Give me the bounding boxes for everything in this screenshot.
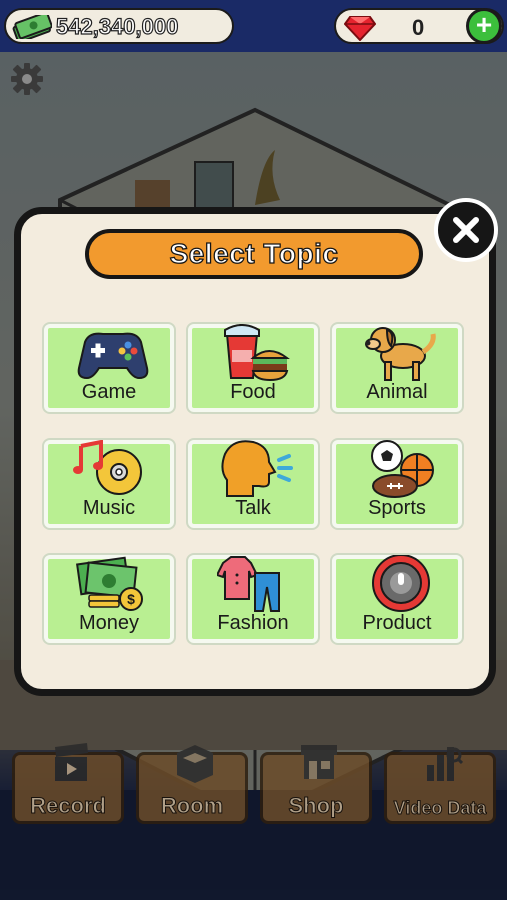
- topic-game[interactable]: Game: [44, 324, 174, 412]
- topic-label: Animal: [366, 381, 428, 403]
- topic-product[interactable]: Product: [332, 555, 462, 643]
- sports-icon: [371, 440, 434, 498]
- topic-label: Game: [81, 381, 137, 403]
- talk-icon: [221, 440, 293, 497]
- record-label: Record: [30, 793, 107, 819]
- topic-food[interactable]: Food: [188, 324, 318, 412]
- topic-fashion[interactable]: Fashion: [188, 555, 318, 643]
- close-button[interactable]: [434, 198, 498, 262]
- record-button[interactable]: Record: [12, 743, 124, 824]
- shop-icon: [301, 745, 337, 779]
- topic-label: Product: [362, 612, 432, 634]
- topic-label: Fashion: [217, 612, 289, 634]
- topic-talk[interactable]: Talk: [188, 440, 318, 528]
- chart-icon: [427, 747, 463, 781]
- video-data-label: Video Data: [393, 798, 487, 819]
- gem-value: 0: [412, 15, 425, 40]
- fashion-icon: [217, 556, 280, 612]
- money-icon: $: [76, 556, 143, 611]
- ruby-icon: [344, 16, 376, 41]
- dialog-title-bar: Select Topic: [85, 229, 423, 279]
- food-icon: [224, 324, 290, 382]
- robot-vacuum-icon: [372, 555, 430, 612]
- svg-text:$: $: [127, 591, 135, 607]
- topic-money[interactable]: $ Money: [44, 555, 174, 643]
- money-counter: 542,340,000: [4, 8, 234, 44]
- shop-label: Shop: [288, 793, 344, 819]
- topic-label: Talk: [235, 497, 271, 519]
- room-button[interactable]: Room: [136, 745, 248, 824]
- topic-music[interactable]: Music: [44, 440, 174, 528]
- topic-animal[interactable]: Animal: [332, 324, 462, 412]
- dialog-title: Select Topic: [169, 237, 339, 269]
- topic-label: Sports: [368, 497, 426, 519]
- shop-button[interactable]: Shop: [260, 745, 372, 824]
- music-icon: [73, 440, 142, 495]
- topic-label: Food: [230, 381, 276, 403]
- close-icon: [453, 217, 479, 243]
- dog-icon: [365, 327, 436, 381]
- gear-icon[interactable]: [10, 62, 44, 96]
- topic-label: Money: [78, 612, 140, 634]
- add-gems-button[interactable]: +: [466, 8, 502, 44]
- gamepad-icon: [77, 332, 149, 380]
- money-value: 542,340,000: [55, 13, 179, 39]
- topic-label: Music: [82, 497, 136, 519]
- clapperboard-icon: [55, 743, 88, 781]
- video-data-button[interactable]: Video Data: [384, 747, 496, 824]
- cash-icon: [12, 15, 52, 39]
- room-icon: [177, 745, 213, 783]
- topic-sports[interactable]: Sports: [332, 440, 462, 528]
- room-label: Room: [160, 793, 224, 819]
